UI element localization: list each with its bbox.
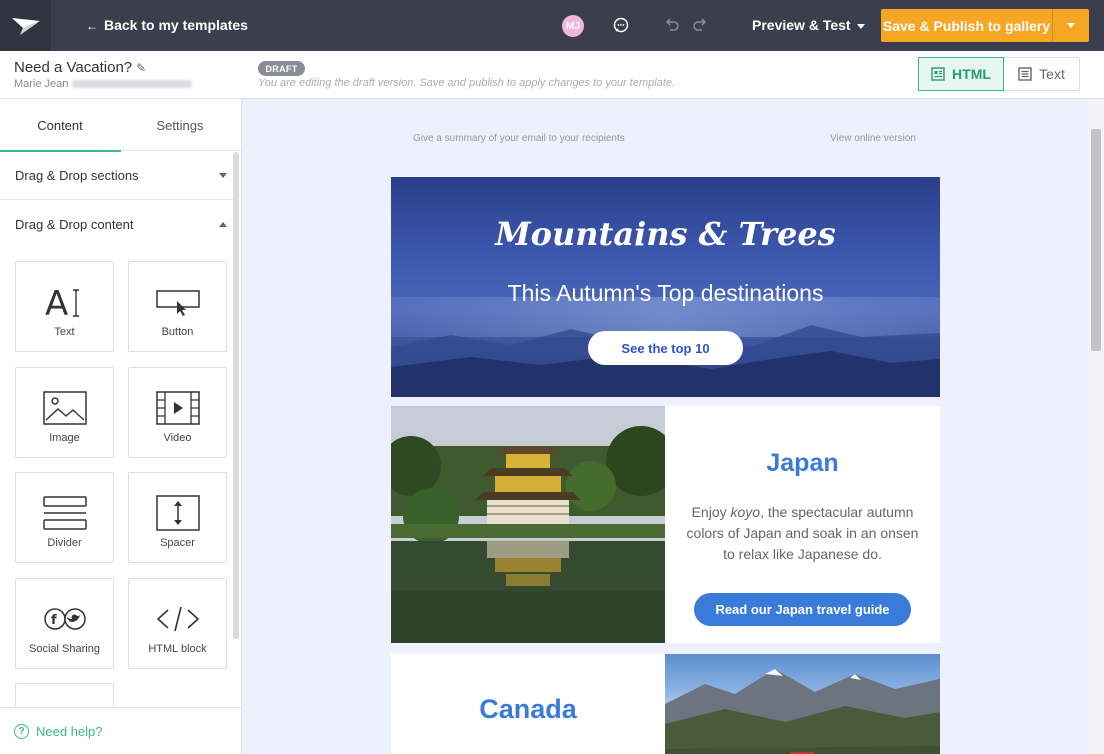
undo-icon[interactable] [662,15,682,35]
arrow-left-icon: ← [86,19,98,33]
publish-button-group: Save & Publish to gallery [881,9,1089,42]
japan-temple-image [391,406,665,643]
top-bar: ← Back to my templates MJ Preview & Test … [0,0,1104,51]
svg-text:f: f [51,613,57,628]
sidebar-tabs: Content Settings [0,99,241,152]
canada-mountains-image [665,654,940,754]
block-image[interactable]: Image [15,367,114,458]
chevron-down-icon [856,23,865,29]
template-info-bar: Need a Vacation? ✎ Marie Jean DRAFT You a… [0,51,1104,99]
svg-text:A: A [45,284,68,320]
block-button[interactable]: Button [128,261,227,352]
help-icon: ? [14,723,29,739]
code-icon [129,599,226,639]
scrollbar-thumb[interactable] [1091,129,1101,351]
draft-badge: DRAFT [258,61,305,76]
preheader-text[interactable]: Give a summary of your email to your rec… [413,133,625,144]
hero-section[interactable]: Mountains & Trees This Autumn's Top dest… [391,177,940,397]
divider-icon [16,493,113,533]
view-online-link[interactable]: View online version [830,133,916,144]
sidebar: Content Settings Drag & Drop sections Dr… [0,99,242,754]
chevron-down-icon [1067,23,1075,28]
japan-title: Japan [766,449,839,477]
draft-note: You are editing the draft version. Save … [258,77,676,89]
sidebar-scrollbar[interactable] [233,152,239,639]
hero-title: Mountains & Trees [495,215,836,253]
chat-icon[interactable] [611,15,631,35]
japan-description: Enjoy koyo, the spectacular autumn color… [686,504,919,562]
text-icon: A [16,282,113,322]
japan-section[interactable]: Japan Enjoy koyo, the spectacular autumn… [391,406,940,643]
section-dnd-sections[interactable]: Drag & Drop sections [0,152,233,200]
publish-options-button[interactable] [1053,9,1089,42]
button-icon [129,282,226,322]
block-text[interactable]: A Text [15,261,114,352]
canada-section[interactable]: Canada [391,654,940,754]
back-to-templates-link[interactable]: ← Back to my templates [86,17,248,33]
block-spacer[interactable]: Spacer [128,472,227,563]
html-doc-icon [931,67,945,81]
template-owner: Marie Jean [14,78,193,90]
caret-down-icon [219,173,227,178]
pencil-icon[interactable]: ✎ [136,61,146,75]
canada-title: Canada [479,694,577,724]
video-icon [129,388,226,428]
editor-mode-toggle: HTML Text [918,57,1080,91]
email-canvas: Give a summary of your email to your rec… [242,99,1088,754]
html-mode-button[interactable]: HTML [918,57,1004,91]
preview-test-dropdown[interactable]: Preview & Test [752,17,865,33]
see-top-10-button[interactable]: See the top 10 [588,331,743,365]
block-social-sharing[interactable]: f Social Sharing [15,578,114,669]
image-icon [16,388,113,428]
redacted-email [72,80,193,89]
block-html[interactable]: HTML block [128,578,227,669]
tab-settings[interactable]: Settings [120,99,240,151]
canvas-scrollbar[interactable] [1088,99,1104,754]
avatar[interactable]: MJ [562,15,584,37]
japan-guide-button[interactable]: Read our Japan travel guide [694,593,911,626]
caret-up-icon [219,221,227,227]
redo-icon[interactable] [690,15,710,35]
need-help-link[interactable]: ? Need help? [0,707,241,754]
tab-content[interactable]: Content [0,99,121,152]
text-doc-icon [1018,67,1032,81]
template-name[interactable]: Need a Vacation? ✎ [14,59,146,76]
save-publish-button[interactable]: Save & Publish to gallery [881,9,1052,42]
block-video[interactable]: Video [128,367,227,458]
social-icon: f [16,599,113,639]
spacer-icon [129,493,226,533]
block-divider[interactable]: Divider [15,472,114,563]
hero-subtitle: This Autumn's Top destinations [507,280,824,306]
text-mode-button[interactable]: Text [1004,58,1079,90]
logo[interactable] [0,0,51,51]
paper-plane-icon [11,17,40,35]
section-dnd-content[interactable]: Drag & Drop content [0,200,233,248]
